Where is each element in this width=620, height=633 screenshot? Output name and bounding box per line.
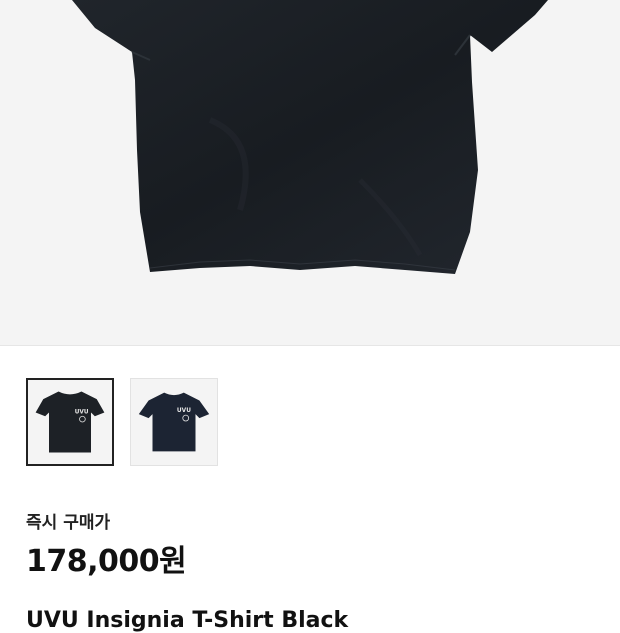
price-value: 178,000원 bbox=[26, 544, 187, 579]
main-product-image[interactable] bbox=[0, 0, 620, 345]
thumbnail-2[interactable]: UVU bbox=[130, 378, 218, 466]
black-tshirt-image bbox=[72, 0, 548, 274]
thumbnail-1[interactable]: UVU bbox=[26, 378, 114, 466]
shirt-logo: UVU bbox=[177, 408, 191, 414]
navy-tshirt-thumbnail: UVU bbox=[138, 392, 210, 452]
shirt-logo: UVU bbox=[75, 409, 89, 415]
product-title: UVU Insignia T-Shirt Black bbox=[26, 608, 349, 633]
black-tshirt-thumbnail: UVU bbox=[35, 391, 105, 453]
image-divider bbox=[0, 345, 620, 346]
price-label: 즉시 구매가 bbox=[26, 513, 111, 533]
